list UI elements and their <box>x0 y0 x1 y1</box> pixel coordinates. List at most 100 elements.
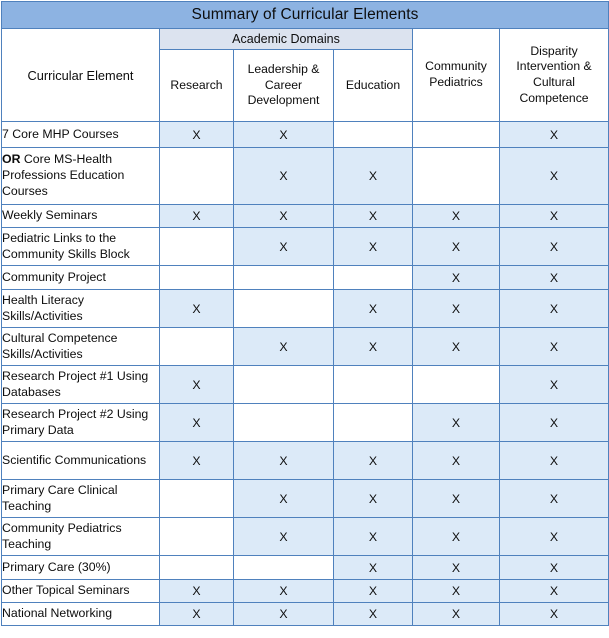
row-label-prefix: OR <box>2 152 24 167</box>
cell-research <box>159 555 234 580</box>
column-header-disparity-intervention-cultural-competence: Disparity Intervention & Cultural Compet… <box>498 28 609 122</box>
cell-disparity: X <box>498 403 609 442</box>
cell-education: X <box>333 289 413 328</box>
row-label: Community Project <box>1 265 160 290</box>
cell-community-pediatrics: X <box>412 327 500 366</box>
cell-community-pediatrics: X <box>412 289 500 328</box>
cell-education: X <box>333 204 413 228</box>
cell-disparity: X <box>498 365 609 404</box>
cell-leadership: X <box>233 441 334 480</box>
row-label: Research Project #2 Using Primary Data <box>1 403 160 442</box>
row-label: Primary Care (30%) <box>1 555 160 580</box>
cell-research: X <box>159 602 234 626</box>
cell-leadership: X <box>233 204 334 228</box>
table-row: Health Literacy Skills/Activities X X X X <box>1 289 609 328</box>
table-row: 7 Core MHP Courses X X X <box>1 121 609 148</box>
cell-disparity: X <box>498 121 609 148</box>
table-row: Pediatric Links to the Community Skills … <box>1 227 609 266</box>
cell-research: X <box>159 289 234 328</box>
cell-disparity: X <box>498 327 609 366</box>
row-label: Research Project #1 Using Databases <box>1 365 160 404</box>
cell-research: X <box>159 441 234 480</box>
table-row: OR Core MS-Health Professions Education … <box>1 147 609 205</box>
row-label: 7 Core MHP Courses <box>1 121 160 148</box>
cell-education: X <box>333 227 413 266</box>
cell-leadership: X <box>233 602 334 626</box>
cell-research <box>159 517 234 556</box>
cell-research: X <box>159 365 234 404</box>
cell-leadership: X <box>233 479 334 518</box>
row-label: Health Literacy Skills/Activities <box>1 289 160 328</box>
cell-leadership <box>233 265 334 290</box>
cell-community-pediatrics: X <box>412 579 500 603</box>
cell-disparity: X <box>498 602 609 626</box>
row-label: Weekly Seminars <box>1 204 160 228</box>
cell-disparity: X <box>498 227 609 266</box>
table-row: Community Pediatrics Teaching X X X X <box>1 517 609 556</box>
cell-community-pediatrics <box>412 121 500 148</box>
table-row: Community Project X X <box>1 265 609 290</box>
cell-disparity: X <box>498 517 609 556</box>
row-label: Community Pediatrics Teaching <box>1 517 160 556</box>
cell-education: X <box>333 602 413 626</box>
cell-disparity: X <box>498 289 609 328</box>
title-row: Summary of Curricular Elements <box>0 1 609 29</box>
cell-disparity: X <box>498 479 609 518</box>
cell-education: X <box>333 517 413 556</box>
row-label: Other Topical Seminars <box>1 579 160 603</box>
group-header-row: Curricular Element Academic Domains Commun… <box>1 28 609 122</box>
cell-research <box>159 147 234 205</box>
cell-disparity: X <box>498 579 609 603</box>
cell-research <box>159 227 234 266</box>
cell-disparity: X <box>498 441 609 480</box>
cell-education: X <box>333 147 413 205</box>
column-header-education: Education <box>333 49 413 122</box>
spreadsheet-canvas: Summary of Curricular Elements Curricular… <box>0 1 609 638</box>
table-row: National Networking X X X X X <box>1 602 609 626</box>
table-row: Research Project #2 Using Primary Data X X… <box>1 403 609 442</box>
table-row: Cultural Competence Skills/Activities X X X… <box>1 327 609 366</box>
group-header-academic-domains: Academic Domains <box>159 28 413 50</box>
row-label: Cultural Competence Skills/Activities <box>1 327 160 366</box>
cell-research <box>159 479 234 518</box>
cell-research: X <box>159 204 234 228</box>
column-header-research: Research <box>159 49 234 122</box>
cell-education <box>333 265 413 290</box>
cell-education: X <box>333 441 413 480</box>
cell-leadership: X <box>233 147 334 205</box>
cell-education <box>333 121 413 148</box>
table-row: Scientific Communications X X X X X <box>1 441 609 480</box>
row-label: Pediatric Links to the Community Skills … <box>1 227 160 266</box>
cell-leadership <box>233 289 334 328</box>
cell-leadership: X <box>233 227 334 266</box>
cell-disparity: X <box>498 265 609 290</box>
row-label: National Networking <box>1 602 160 626</box>
cell-education: X <box>333 579 413 603</box>
cell-leadership <box>233 555 334 580</box>
cell-leadership <box>233 403 334 442</box>
table-row: Other Topical Seminars X X X X X <box>1 579 609 603</box>
cell-community-pediatrics: X <box>412 227 500 266</box>
curricular-elements-table: Summary of Curricular Elements Curricular… <box>0 1 609 626</box>
cell-community-pediatrics: X <box>412 441 500 480</box>
cell-disparity: X <box>498 555 609 580</box>
row-label: Scientific Communications <box>1 441 160 480</box>
cell-disparity: X <box>498 204 609 228</box>
cell-community-pediatrics: X <box>412 517 500 556</box>
cell-community-pediatrics: X <box>412 265 500 290</box>
row-label: OR Core MS-Health Professions Education … <box>1 147 160 205</box>
cell-research <box>159 265 234 290</box>
cell-leadership: X <box>233 121 334 148</box>
cell-community-pediatrics <box>412 365 500 404</box>
cell-research: X <box>159 121 234 148</box>
cell-education: X <box>333 555 413 580</box>
cell-research: X <box>159 403 234 442</box>
table-row: Primary Care (30%) X X X <box>1 555 609 580</box>
cell-community-pediatrics: X <box>412 602 500 626</box>
cell-education: X <box>333 327 413 366</box>
cell-research <box>159 327 234 366</box>
cell-community-pediatrics: X <box>412 403 500 442</box>
table-row: Research Project #1 Using Databases X X <box>1 365 609 404</box>
column-header-community-pediatrics: Community Pediatrics <box>412 28 500 122</box>
row-label: Primary Care Clinical Teaching <box>1 479 160 518</box>
